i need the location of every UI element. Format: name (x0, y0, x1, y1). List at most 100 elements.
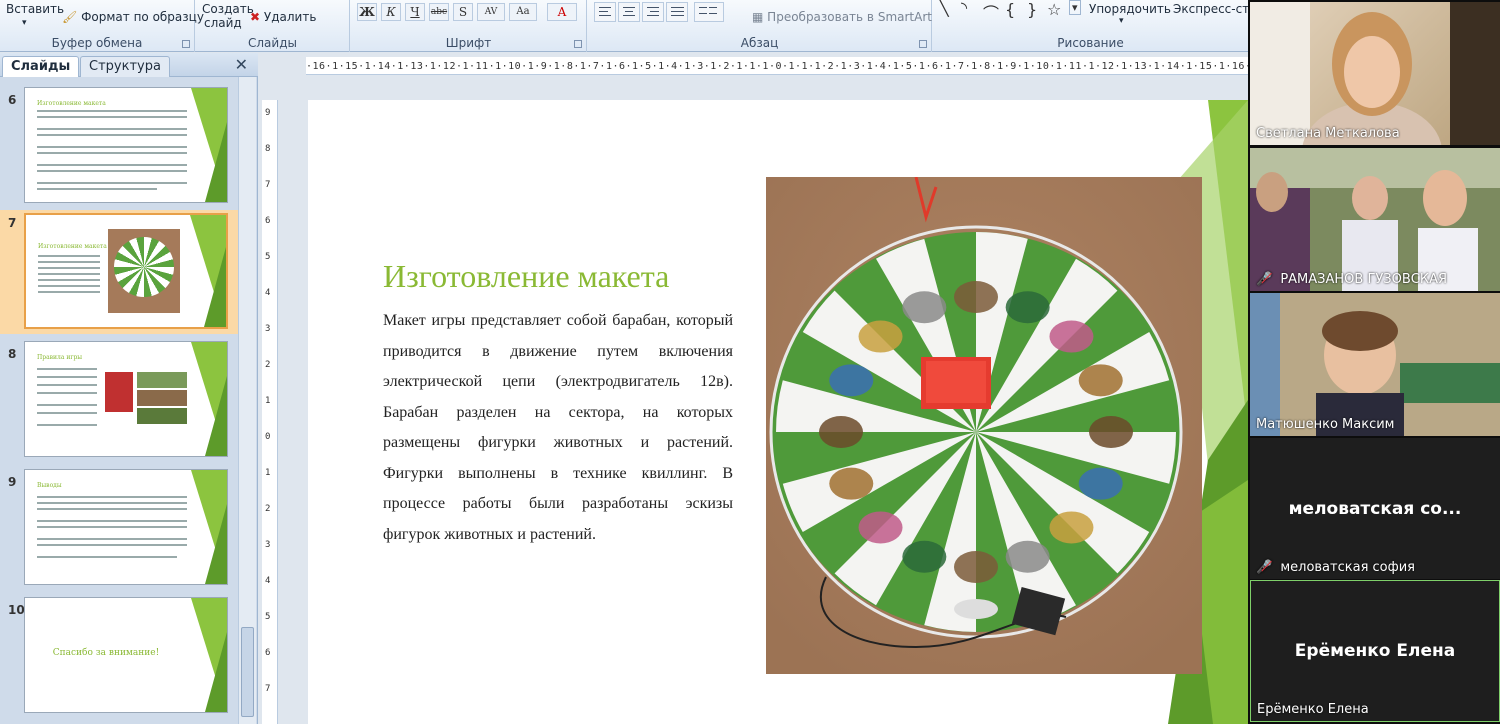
format-painter-button[interactable]: 🖌 Формат по образцу (62, 10, 204, 24)
close-panel-icon[interactable]: ✕ (235, 55, 248, 74)
panel-scrollbar[interactable] (238, 77, 256, 724)
font-color-button[interactable]: A (547, 3, 577, 21)
thumb-text-line (37, 368, 97, 370)
smartart-icon: ▦ (752, 10, 764, 24)
participant-tile[interactable]: меловатская со... 🎤̸ меловатская софия (1250, 438, 1500, 579)
slide-thumbnail-8[interactable]: 8 Правила игры (0, 341, 238, 459)
thumb-text-line (38, 285, 100, 287)
brace-left-shape-icon[interactable]: { (1005, 0, 1015, 19)
thumb-green-decor (187, 88, 227, 202)
slides-group-label: Слайды (248, 36, 297, 50)
arc-shape-icon[interactable]: ⌒ (983, 0, 999, 24)
tab-slides[interactable]: Слайды (2, 56, 80, 77)
smartart-label: Преобразовать в SmartArt (767, 10, 932, 24)
slide-thumbnail-9[interactable]: 9 Выводы (0, 469, 238, 587)
quilling-drum-photo[interactable] (766, 177, 1202, 674)
thumb-text-line (38, 291, 100, 293)
align-left-button[interactable] (594, 2, 616, 22)
font-group: Ж К Ч abc S AV Aa A Шрифт (351, 0, 587, 52)
clipboard-group: Вставить ▾ 🖌 Формат по образцу Буфер обм… (0, 0, 204, 52)
thumb-text-line (38, 273, 100, 275)
quilling-figure (902, 540, 947, 573)
smartart-button[interactable]: ▦ Преобразовать в SmartArt (752, 10, 932, 24)
slide-preview: Спасибо за внимание! (24, 597, 228, 713)
paste-dropdown-icon[interactable]: ▾ (22, 18, 27, 28)
italic-button[interactable]: К (381, 3, 401, 21)
drum-illustration (766, 177, 1202, 674)
participant-tile[interactable]: Светлана Меткалова (1250, 2, 1500, 145)
clipboard-launcher-icon[interactable] (182, 40, 190, 48)
thumb-text-line (37, 116, 187, 118)
curve-shape-icon[interactable]: ◝ (961, 0, 967, 17)
participant-name: Светлана Меткалова (1256, 126, 1400, 141)
shapes-more-icon[interactable]: ▾ (1069, 0, 1081, 15)
drawing-group: ╲ ◝ ⌒ { } ☆ ▾ Упорядочить ▾ Экспресс-сти… (933, 0, 1272, 52)
tab-outline[interactable]: Структура (80, 56, 170, 77)
slide-thumbnail-6[interactable]: 6 Изготовление макета (0, 87, 238, 205)
slide-title[interactable]: Изготовление макета (383, 258, 669, 295)
thumb-text-line (37, 376, 97, 378)
scrollbar-thumb[interactable] (241, 627, 254, 717)
char-spacing-button[interactable]: AV (477, 3, 505, 21)
quilling-figure (1005, 291, 1050, 324)
participant-video (1250, 2, 1500, 145)
slide-thumbnail-10[interactable]: 10 Спасибо за внимание! (0, 597, 238, 715)
participant-tile-active[interactable]: Ерёменко Елена Ерёменко Елена (1250, 580, 1500, 722)
new-slide-button[interactable]: Создать (202, 2, 254, 16)
thumb-text-line (37, 392, 97, 394)
align-center-button[interactable] (618, 2, 640, 22)
thumb-text-line (37, 412, 97, 414)
slide-body-text[interactable]: Макет игры представляет собой барабан, к… (383, 306, 733, 550)
participant-name-text: меловатская софия (1280, 560, 1415, 575)
new-slide-label-2[interactable]: слайд (204, 16, 242, 30)
participant-tile[interactable]: 🎤̸ РАМАЗАНОВ ГУЗОВСКАЯ (1250, 148, 1500, 291)
strikethrough-button[interactable]: abc (429, 3, 449, 21)
star-shape-icon[interactable]: ☆ (1047, 0, 1061, 19)
line-shape-icon[interactable]: ╲ (939, 0, 949, 17)
quilling-figure (954, 551, 998, 583)
quilling-figure (954, 281, 998, 313)
current-slide[interactable]: Изготовление макета Макет игры представл… (308, 100, 1248, 724)
thumb-text-line (38, 279, 100, 281)
arrange-dropdown-icon[interactable]: ▾ (1119, 16, 1124, 26)
thumb-text-line (38, 261, 100, 263)
paste-button[interactable]: Вставить (6, 2, 64, 16)
thumb-green-decor (186, 215, 226, 327)
change-case-button[interactable]: Aa (509, 3, 537, 21)
horizontal-ruler: ·16·1·15·1·14·1·13·1·12·1·11·1·10·1·9·1·… (306, 57, 1251, 75)
delete-slide-label: Удалить (263, 10, 317, 24)
ribbon: Вставить ▾ 🖌 Формат по образцу Буфер обм… (0, 0, 1272, 52)
quilling-figure (1078, 467, 1123, 500)
participant-video (1250, 293, 1500, 436)
delete-slide-button[interactable]: ✖ Удалить (250, 10, 316, 24)
underline-button[interactable]: Ч (405, 3, 425, 21)
slides-group: Создать слайд ✖ Удалить Слайды (196, 0, 350, 52)
thumb-green-decor (187, 598, 227, 712)
thumb-image (137, 390, 187, 406)
brace-right-shape-icon[interactable]: } (1027, 0, 1037, 19)
shadow-button[interactable]: S (453, 3, 473, 21)
thumb-text-line (37, 544, 187, 546)
mic-muted-icon: 🎤̸ (1256, 272, 1273, 287)
slide-number: 8 (8, 347, 17, 361)
participant-tile[interactable]: Матюшенко Максим (1250, 293, 1500, 436)
thumb-green-decor (187, 342, 227, 456)
thumb-text-line (37, 384, 97, 386)
slide-thumbnail-7[interactable]: 7 Изготовление макета (0, 210, 238, 334)
thumb-image (137, 372, 187, 388)
slide-preview: Правила игры (24, 341, 228, 457)
align-right-button[interactable] (642, 2, 664, 22)
quilling-figure (858, 511, 903, 544)
clipboard-group-label: Буфер обмена (51, 36, 143, 50)
panel-tabs: Слайды Структура ✕ (0, 53, 258, 77)
paragraph-launcher-icon[interactable] (919, 40, 927, 48)
thumb-text-line (37, 538, 187, 540)
participant-name: 🎤̸ РАМАЗАНОВ ГУЗОВСКАЯ (1256, 272, 1447, 287)
mic-muted-icon: 🎤̸ (1256, 560, 1273, 575)
bold-button[interactable]: Ж (357, 3, 377, 21)
font-launcher-icon[interactable] (574, 40, 582, 48)
arrange-button[interactable]: Упорядочить (1089, 2, 1171, 16)
columns-button[interactable] (694, 2, 724, 22)
thumb-text-line (37, 526, 187, 528)
justify-button[interactable] (666, 2, 688, 22)
